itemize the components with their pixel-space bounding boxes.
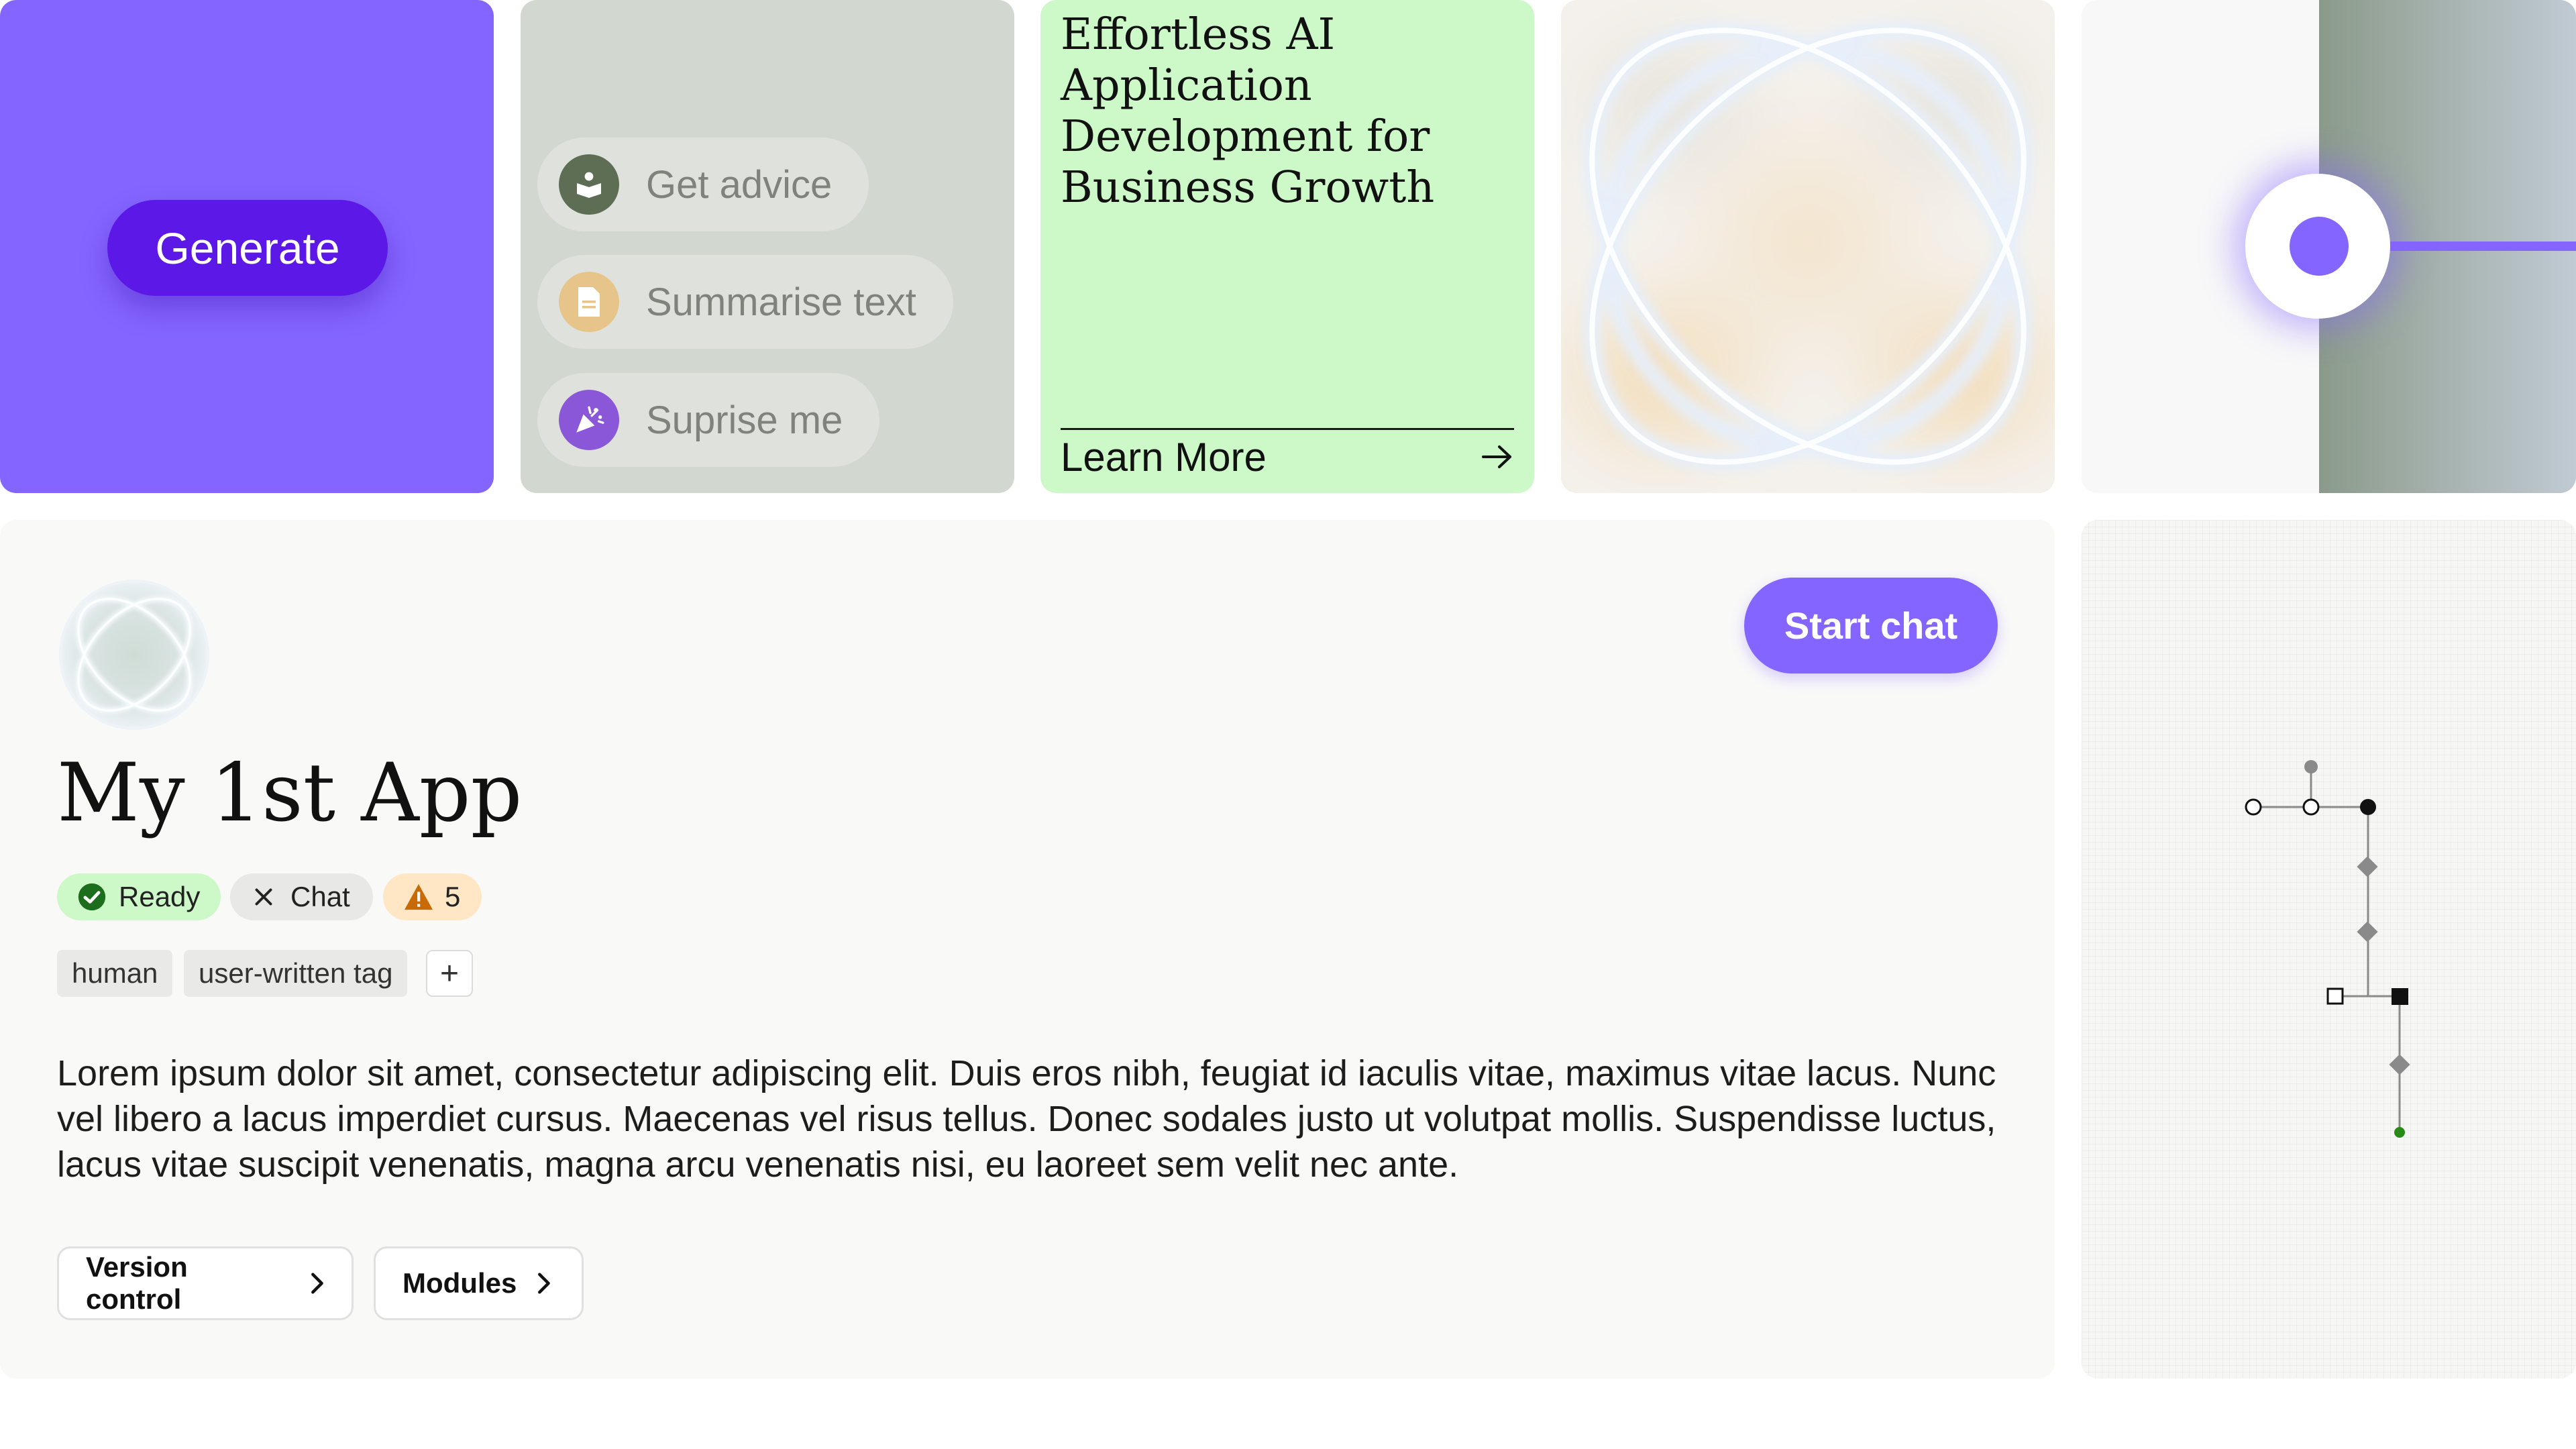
graph-node bbox=[2389, 1054, 2410, 1075]
add-tag-button[interactable]: + bbox=[426, 950, 473, 997]
graph-node bbox=[2245, 798, 2262, 816]
tag-item[interactable]: human bbox=[57, 950, 173, 997]
modules-button[interactable]: Modules bbox=[374, 1246, 584, 1320]
article-tile: Effortless AI Application Development fo… bbox=[1040, 0, 1534, 493]
version-control-button[interactable]: Version control bbox=[57, 1246, 354, 1320]
article-title: Effortless AI Application Development fo… bbox=[1061, 9, 1435, 213]
graph-node bbox=[2357, 921, 2378, 943]
graph-node bbox=[2394, 1127, 2405, 1138]
tag-item[interactable]: user-written tag bbox=[184, 950, 408, 997]
arrow-right-icon bbox=[1482, 445, 1511, 468]
badge-label: Chat bbox=[290, 881, 350, 912]
gradient-art-tile bbox=[1561, 0, 2055, 493]
suggestion-label: Summarise text bbox=[646, 280, 916, 324]
generate-tile: Generate bbox=[0, 0, 494, 493]
suggestion-surprise-me[interactable]: Suprise me bbox=[537, 373, 880, 467]
book-reader-icon bbox=[559, 154, 619, 215]
document-icon bbox=[559, 272, 619, 332]
workflow-graph bbox=[2245, 760, 2410, 1138]
suggestions-tile: Get advice Summarise text Suprise me bbox=[521, 0, 1014, 493]
app-avatar bbox=[59, 580, 209, 730]
button-label: Modules bbox=[402, 1267, 517, 1299]
suggestion-label: Suprise me bbox=[646, 398, 843, 442]
app-card: Start chat My 1st App Ready Chat 5 human… bbox=[0, 520, 2055, 1379]
app-description: Lorem ipsum dolor sit amet, consectetur … bbox=[57, 1053, 1996, 1185]
graph-node bbox=[2392, 988, 2408, 1005]
badge-chat: Chat bbox=[230, 873, 373, 920]
badge-label: Ready bbox=[119, 881, 201, 912]
badge-count: 5 bbox=[445, 881, 461, 912]
slider-handle[interactable] bbox=[2290, 217, 2349, 276]
graph-node bbox=[2357, 856, 2378, 877]
graph-node bbox=[2360, 799, 2376, 815]
graph-node bbox=[2326, 987, 2344, 1005]
badge-warnings: 5 bbox=[383, 873, 482, 920]
slider-tile bbox=[2082, 0, 2576, 493]
chevron-right-icon bbox=[535, 1272, 551, 1295]
party-popper-icon bbox=[559, 390, 619, 450]
close-icon bbox=[255, 888, 272, 906]
graph-card bbox=[2082, 520, 2576, 1379]
abstract-gradient-image bbox=[1561, 0, 2055, 493]
app-title: My 1st App bbox=[57, 747, 523, 840]
suggestion-label: Get advice bbox=[646, 162, 833, 207]
check-circle-icon bbox=[78, 883, 106, 911]
suggestion-summarise-text[interactable]: Summarise text bbox=[537, 255, 953, 349]
start-chat-button[interactable]: Start chat bbox=[1744, 578, 1998, 674]
graph-node bbox=[2302, 798, 2320, 816]
status-badge-ready: Ready bbox=[57, 873, 221, 920]
graph-node bbox=[2304, 760, 2318, 773]
warning-icon bbox=[405, 883, 433, 910]
generate-button[interactable]: Generate bbox=[107, 200, 388, 296]
suggestion-get-advice[interactable]: Get advice bbox=[537, 138, 869, 231]
learn-more-link[interactable]: Learn More bbox=[1061, 428, 1514, 484]
learn-more-label: Learn More bbox=[1061, 434, 1267, 480]
button-label: Version control bbox=[86, 1251, 188, 1315]
chevron-right-icon bbox=[309, 1272, 325, 1295]
